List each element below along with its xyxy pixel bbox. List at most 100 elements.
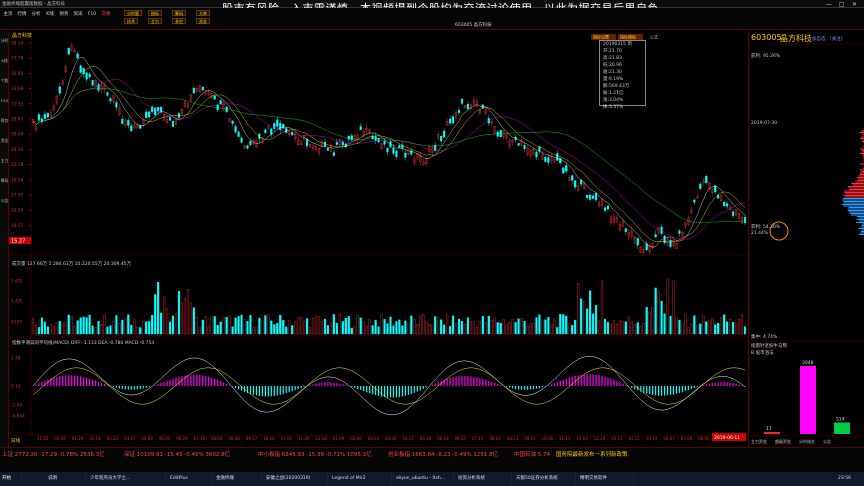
date-tick-label: 05.10 bbox=[420, 436, 432, 441]
follow-button[interactable]: [关注] bbox=[830, 36, 843, 42]
tag-button-4[interactable]: 主力 bbox=[148, 18, 162, 24]
bull-bear-bar-value: 3048 bbox=[802, 360, 814, 366]
candle-body bbox=[571, 175, 574, 181]
volume-bar bbox=[395, 321, 398, 335]
candle-body bbox=[547, 157, 550, 163]
tag-button-2[interactable]: 技术 bbox=[124, 18, 138, 24]
close-icon[interactable]: ✕ bbox=[852, 1, 857, 8]
candle-body bbox=[145, 111, 148, 119]
sidebar-item-kline[interactable]: K线 bbox=[0, 58, 9, 64]
minimize-icon[interactable]: — bbox=[826, 1, 832, 8]
toolbar-home-button[interactable]: 主页 bbox=[2, 11, 14, 27]
ticker-item[interactable]: 中国石油 5.74 bbox=[514, 450, 550, 458]
date-tick-label: 04.17 bbox=[402, 436, 414, 441]
add-favorite-button[interactable]: 加自选 bbox=[812, 36, 826, 42]
tag-button-6[interactable]: 多空 bbox=[172, 18, 186, 24]
gem-index[interactable]: 创业板指 1663.84 -8.23 -0.49% 1251.8亿 bbox=[388, 450, 498, 458]
task-item-9[interactable]: 天狼50证券分析系统 bbox=[514, 474, 576, 484]
bottom-tab-4[interactable]: 公告 bbox=[823, 438, 831, 444]
bottom-tab-3[interactable]: 分时成交 bbox=[799, 438, 815, 444]
bottom-tab-2[interactable]: 超级资金 bbox=[775, 438, 791, 444]
volume-bar bbox=[82, 316, 85, 335]
sidebar-item-f10[interactable]: F10 bbox=[0, 98, 9, 104]
volume-bar bbox=[565, 315, 568, 335]
formula-tab[interactable]: 公式 bbox=[650, 34, 658, 40]
macd-tick-label: -1.49 bbox=[11, 403, 22, 409]
candle-body bbox=[726, 203, 729, 207]
date-tick-label: 09.12 bbox=[524, 436, 536, 441]
candle-body bbox=[264, 129, 267, 134]
volume-bar bbox=[386, 323, 389, 335]
candle-body bbox=[148, 111, 151, 118]
candle-body bbox=[544, 157, 547, 162]
candle-body bbox=[37, 114, 41, 121]
toolbar-analysis-button[interactable]: 分析 bbox=[30, 11, 42, 27]
volume-bar bbox=[109, 325, 112, 335]
volume-bar bbox=[603, 318, 607, 335]
sidebar-item-main[interactable]: 主力 bbox=[0, 158, 9, 164]
volume-bar bbox=[216, 325, 219, 335]
task-item-2[interactable]: 少年程序员大学之... bbox=[88, 474, 166, 484]
candle-body bbox=[127, 120, 130, 126]
period-label[interactable]: 日线 bbox=[11, 437, 20, 444]
tag-button-7[interactable]: 大单 bbox=[196, 10, 210, 16]
toolbar-trade-button[interactable]: 交易 bbox=[100, 11, 112, 27]
date-tick-label: 03.22 bbox=[107, 436, 119, 441]
toolbar-finance-button[interactable]: 财务 bbox=[58, 11, 70, 27]
news-ticker[interactable]: 国务院最新发布一系列新政策 bbox=[556, 450, 628, 458]
indicator-template-tab[interactable]: 指标模板 bbox=[620, 34, 636, 40]
date-tick-label: 06.26 bbox=[176, 436, 188, 441]
volume-bar bbox=[168, 321, 172, 335]
tag-button-3[interactable]: 指标 bbox=[148, 10, 162, 16]
tag-button-8[interactable]: 资金 bbox=[196, 18, 210, 24]
volume-bar bbox=[392, 325, 395, 335]
task-item-10[interactable]: 精明交易软件 bbox=[578, 474, 634, 484]
volume-bar bbox=[586, 308, 589, 335]
task-item-5[interactable]: 安徽之战(20200319) bbox=[264, 474, 328, 484]
date-tick-label: 03.26 bbox=[385, 436, 397, 441]
task-item-1[interactable]: 说明 bbox=[46, 474, 86, 484]
sidebar-item-stock[interactable]: 个股 bbox=[0, 78, 9, 84]
volume-bar bbox=[398, 319, 401, 335]
sz-index[interactable]: 深证 10109.91 -15.45 -0.45% 3602.8亿 bbox=[124, 450, 230, 458]
candle-body bbox=[404, 152, 407, 158]
volume-bar bbox=[594, 305, 598, 335]
left-sidebar: 分时 K线 个股 F10 财务 资金 主力 筹码 公告 bbox=[0, 31, 9, 447]
task-item-8[interactable]: 投资分析系统 bbox=[456, 474, 512, 484]
volume-bar bbox=[401, 325, 404, 335]
candle-body bbox=[603, 207, 607, 211]
sidebar-item-notice[interactable]: 公告 bbox=[0, 198, 9, 204]
macd-tick-label: 0.10 bbox=[11, 384, 21, 390]
sidebar-item-funds[interactable]: 资金 bbox=[0, 138, 9, 144]
sidebar-item-chips[interactable]: 筹码 bbox=[0, 178, 9, 184]
task-item-6[interactable]: Legend of Mir2 bbox=[330, 474, 392, 484]
date-tick-label: 12.18 bbox=[315, 436, 327, 441]
bottom-tab-1[interactable]: 主力资金 bbox=[751, 438, 767, 444]
candle-body bbox=[350, 135, 353, 141]
start-button[interactable]: 开始 bbox=[0, 474, 22, 484]
volume-bar bbox=[225, 317, 228, 335]
tag-button-1[interactable]: 分时量 bbox=[124, 10, 142, 16]
toolbar-kline-button[interactable]: K线 bbox=[44, 11, 56, 27]
indicator-setting-tab[interactable]: 指标设置 bbox=[593, 34, 609, 40]
task-item-7[interactable]: aliyun_ubuntu - Xsh... bbox=[394, 474, 454, 484]
candle-body bbox=[91, 80, 94, 86]
smb-index[interactable]: 中小板指 6245.93 -15.36 -0.71% 1095.3亿 bbox=[258, 450, 372, 458]
maximize-icon[interactable]: □ bbox=[839, 1, 845, 8]
tag-button-5[interactable]: 筹码 bbox=[172, 10, 186, 16]
sh-index[interactable]: 上证 2772.20 -17.29 -0.78% 2536.3亿 bbox=[2, 450, 105, 458]
task-item-3[interactable]: EditPlus bbox=[168, 474, 212, 484]
task-item-4[interactable]: 金融终端 bbox=[214, 474, 262, 484]
candle-body bbox=[335, 142, 338, 145]
sidebar-item-finance[interactable]: 财务 bbox=[0, 118, 9, 124]
toolbar-news-button[interactable]: 资讯 bbox=[72, 11, 84, 27]
candle-body bbox=[279, 122, 282, 131]
candle-body bbox=[693, 199, 696, 203]
date-tick-label: 07.16 bbox=[194, 436, 206, 441]
volume-bar bbox=[377, 326, 380, 335]
sidebar-item-timeline[interactable]: 分时 bbox=[0, 38, 9, 44]
candle-body bbox=[443, 130, 446, 138]
date-tick-label: 09.17 bbox=[246, 436, 258, 441]
toolbar-f10-button[interactable]: F10 bbox=[86, 11, 98, 27]
toolbar-quotes-button[interactable]: 行情 bbox=[16, 11, 28, 27]
